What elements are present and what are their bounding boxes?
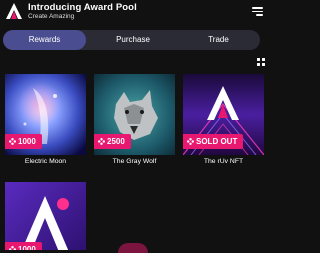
price-value: 1000 xyxy=(18,245,36,250)
grid-view-icon[interactable] xyxy=(257,58,265,66)
token-icon xyxy=(9,246,16,250)
loading-placeholder xyxy=(118,243,148,253)
token-icon xyxy=(187,138,194,145)
tab-rewards[interactable]: Rewards xyxy=(3,30,86,50)
nft-name: Electric Moon xyxy=(24,158,67,165)
nft-name: The rUv NFT xyxy=(203,158,244,165)
price-value: 1000 xyxy=(18,137,36,146)
price-badge: 1000 xyxy=(5,134,42,149)
app-title: Introducing Award Pool xyxy=(28,2,137,13)
nft-image-award-logo xyxy=(5,182,86,250)
tab-bar: Rewards Purchase Trade xyxy=(3,30,260,50)
sold-out-label: SOLD OUT xyxy=(196,137,238,146)
price-value: 2500 xyxy=(107,137,125,146)
app-subtitle: Create Amazing xyxy=(28,13,75,20)
nft-name: The Gray Wolf xyxy=(112,158,157,165)
award-pool-logo-icon xyxy=(6,3,22,19)
price-badge: 1000 xyxy=(5,242,42,250)
tab-trade[interactable]: Trade xyxy=(177,30,260,50)
app-header: Introducing Award Pool Create Amazing xyxy=(0,0,271,26)
token-icon xyxy=(9,138,16,145)
nft-card[interactable]: 1000 xyxy=(5,182,86,250)
sold-out-badge: SOLD OUT xyxy=(183,134,244,149)
nft-card[interactable]: 2500 The Gray Wolf xyxy=(94,74,175,170)
nft-card[interactable]: SOLD OUT The rUv NFT xyxy=(183,74,264,170)
hamburger-menu-icon[interactable] xyxy=(252,7,263,16)
nft-card[interactable]: 1000 Electric Moon xyxy=(5,74,86,170)
price-badge: 2500 xyxy=(94,134,131,149)
token-icon xyxy=(98,138,105,145)
tab-purchase[interactable]: Purchase xyxy=(91,30,175,50)
